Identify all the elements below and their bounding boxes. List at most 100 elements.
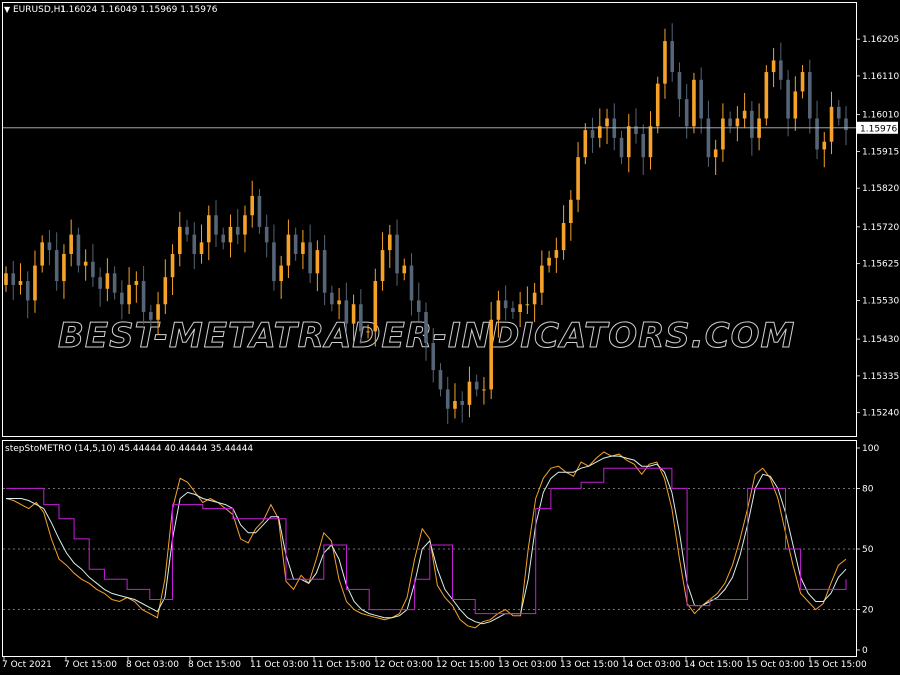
candle [561, 205, 566, 260]
candle [170, 244, 175, 295]
candle [337, 288, 341, 320]
candle [199, 224, 204, 264]
candle [467, 366, 472, 418]
candle [844, 106, 848, 146]
price-tick-label: 1.16205 [862, 35, 899, 45]
candle [380, 232, 385, 291]
candle [4, 266, 8, 292]
indicator-tick-label: 0 [862, 646, 868, 656]
price-tick-label: 1.15820 [862, 184, 899, 194]
indicator-line-1 [5, 451, 847, 629]
candle [120, 280, 124, 320]
indicator-caption: stepStoMETRO (14,5,10) 45.44444 40.44444… [5, 444, 253, 454]
candle [547, 250, 551, 273]
candle [764, 65, 769, 126]
candle [706, 100, 711, 167]
candle [445, 377, 450, 424]
indicator-lines [5, 451, 847, 629]
candle [235, 209, 240, 245]
time-tick-label: 14 Oct 03:00 [622, 660, 681, 670]
candle [134, 271, 139, 303]
candle [163, 259, 168, 314]
candle [684, 84, 689, 139]
candle [438, 363, 443, 397]
candle [663, 28, 667, 99]
candle [836, 99, 841, 126]
candle [83, 249, 88, 281]
candle [779, 42, 783, 90]
candle [18, 263, 23, 295]
candle [206, 205, 211, 261]
time-tick-label: 12 Oct 15:00 [436, 660, 495, 670]
candle [250, 180, 255, 228]
candle [177, 211, 182, 267]
candle [214, 200, 218, 247]
price-tick-label: 1.15530 [862, 296, 899, 306]
candle [409, 253, 414, 316]
indicator-line-2 [6, 455, 847, 625]
candle [395, 219, 399, 286]
candle [569, 190, 573, 241]
candle [98, 267, 102, 307]
time-tick-label: 11 Oct 03:00 [250, 660, 309, 670]
candle [750, 101, 754, 156]
candle [105, 258, 110, 302]
indicator-axis: 100 80 50 20 0 [856, 444, 879, 656]
candle [40, 235, 45, 273]
candle [308, 224, 312, 283]
candle [540, 250, 544, 306]
candle [612, 103, 617, 151]
time-tick-label: 8 Oct 15:00 [188, 660, 241, 670]
candle [757, 103, 761, 151]
candle [721, 103, 725, 162]
candle [272, 224, 276, 291]
candle [482, 377, 486, 405]
candle [525, 286, 530, 314]
time-tick-label: 8 Oct 03:00 [126, 660, 179, 670]
candle [626, 113, 631, 173]
ohlc-caption: 1.16024 1.16049 1.15969 1.15976 [60, 5, 218, 15]
candle [301, 229, 305, 270]
candle [33, 250, 37, 313]
candle [605, 108, 609, 145]
candle [699, 67, 703, 134]
candle [576, 142, 580, 213]
candle [670, 23, 675, 82]
candle [728, 111, 732, 134]
candle [127, 267, 131, 314]
time-tick-label: 7 Oct 15:00 [64, 660, 117, 670]
candle [590, 117, 595, 153]
indicator-tick-label: 20 [862, 606, 874, 616]
candle [54, 232, 59, 291]
symbol-dropdown-icon[interactable]: ▼ [4, 5, 11, 14]
candle [402, 258, 407, 281]
candle [62, 244, 66, 299]
candle [771, 48, 776, 88]
candle [554, 237, 559, 273]
candle [800, 65, 805, 99]
candlestick-series [4, 23, 848, 424]
candle [221, 227, 226, 250]
candle [243, 205, 247, 253]
indicator-tick-label: 50 [862, 545, 874, 555]
symbol-caption[interactable]: EURUSD,H1 [13, 5, 66, 15]
candle [192, 222, 197, 270]
candle [25, 271, 30, 319]
candle [793, 76, 798, 131]
current-price-line: 1.15976 [3, 121, 898, 134]
candle [293, 227, 298, 261]
candle [387, 224, 392, 268]
candle [641, 124, 646, 176]
candle [279, 255, 283, 299]
price-tick-label: 1.16010 [862, 111, 899, 121]
candle [742, 92, 747, 129]
candle [453, 383, 457, 419]
main-panel-frame [2, 2, 857, 437]
price-tick-label: 1.15625 [862, 260, 899, 270]
time-tick-label: 11 Oct 15:00 [312, 660, 371, 670]
candle [112, 266, 117, 300]
candle [330, 285, 334, 312]
chart-canvas: BEST-METATRADER-INDICATORS.COM 1.15976 1… [2, 2, 899, 670]
price-tick-label: 1.15720 [862, 223, 899, 233]
indicator-tick-label: 100 [862, 444, 879, 454]
